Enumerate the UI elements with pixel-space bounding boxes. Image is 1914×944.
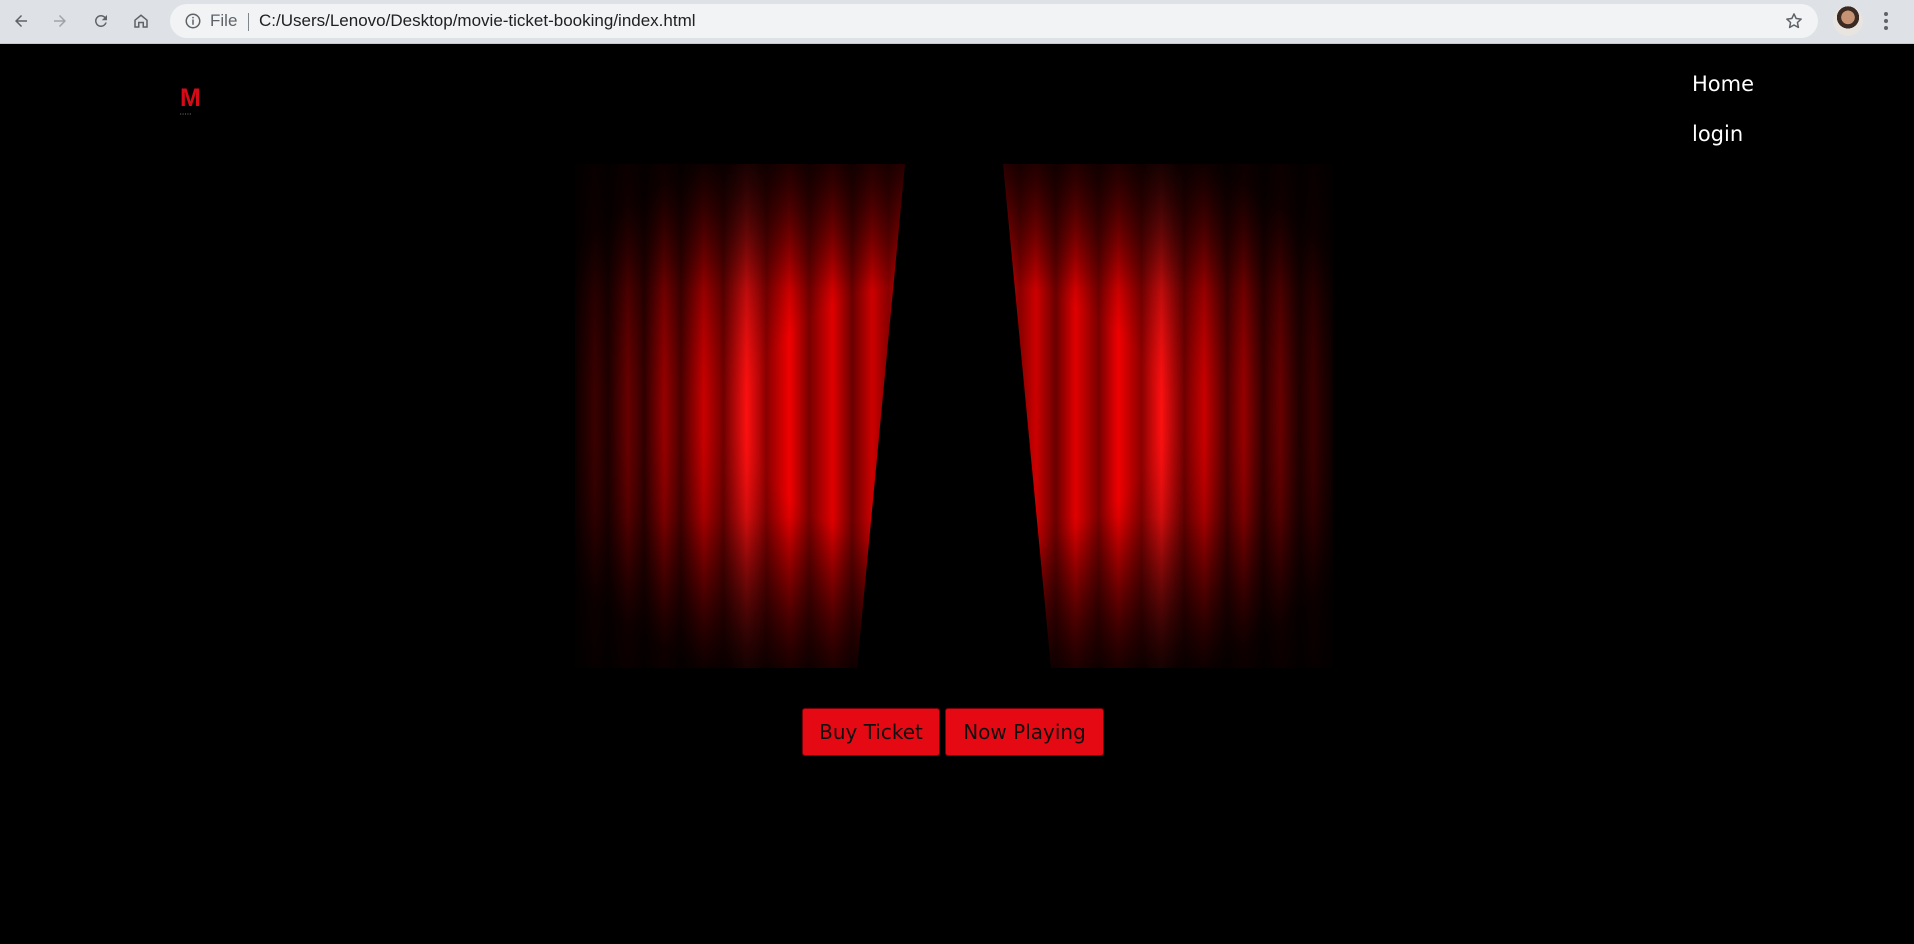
star-icon[interactable] [1784,11,1804,31]
nav-login-link[interactable]: login [1692,114,1754,164]
hero-actions: Buy Ticket Now Playing [802,708,1104,756]
url-text[interactable]: C:/Users/Lenovo/Desktop/movie-ticket-boo… [259,11,696,31]
url-scheme-label: File [210,11,238,30]
now-playing-button[interactable]: Now Playing [945,708,1104,756]
reload-icon [94,14,107,27]
logo-letter: M [180,84,201,112]
site-logo[interactable]: M ••••• [180,86,208,118]
profile-avatar[interactable] [1833,6,1863,36]
site-nav: Home login [1692,64,1754,164]
browser-toolbar: File C:/Users/Lenovo/Desktop/movie-ticke… [0,0,1914,44]
back-button[interactable] [6,6,36,36]
home-browser-button[interactable] [126,6,156,36]
kebab-menu-icon[interactable] [1876,10,1896,32]
arrow-right-icon [54,15,66,27]
arrow-left-icon [15,15,27,27]
buy-ticket-button[interactable]: Buy Ticket [802,708,940,756]
reload-button[interactable] [86,6,116,36]
logo-tagline-mark: ••••• [180,111,193,116]
info-icon[interactable] [184,12,202,30]
forward-button[interactable] [45,6,75,36]
page-body: M ••••• Home login Buy Ticket Now Playin… [0,44,1914,944]
scheme-divider [248,13,249,31]
address-bar[interactable]: File C:/Users/Lenovo/Desktop/movie-ticke… [170,4,1818,38]
home-icon [134,14,148,28]
curtain-hero-image [575,164,1333,668]
nav-home-link[interactable]: Home [1692,64,1754,114]
